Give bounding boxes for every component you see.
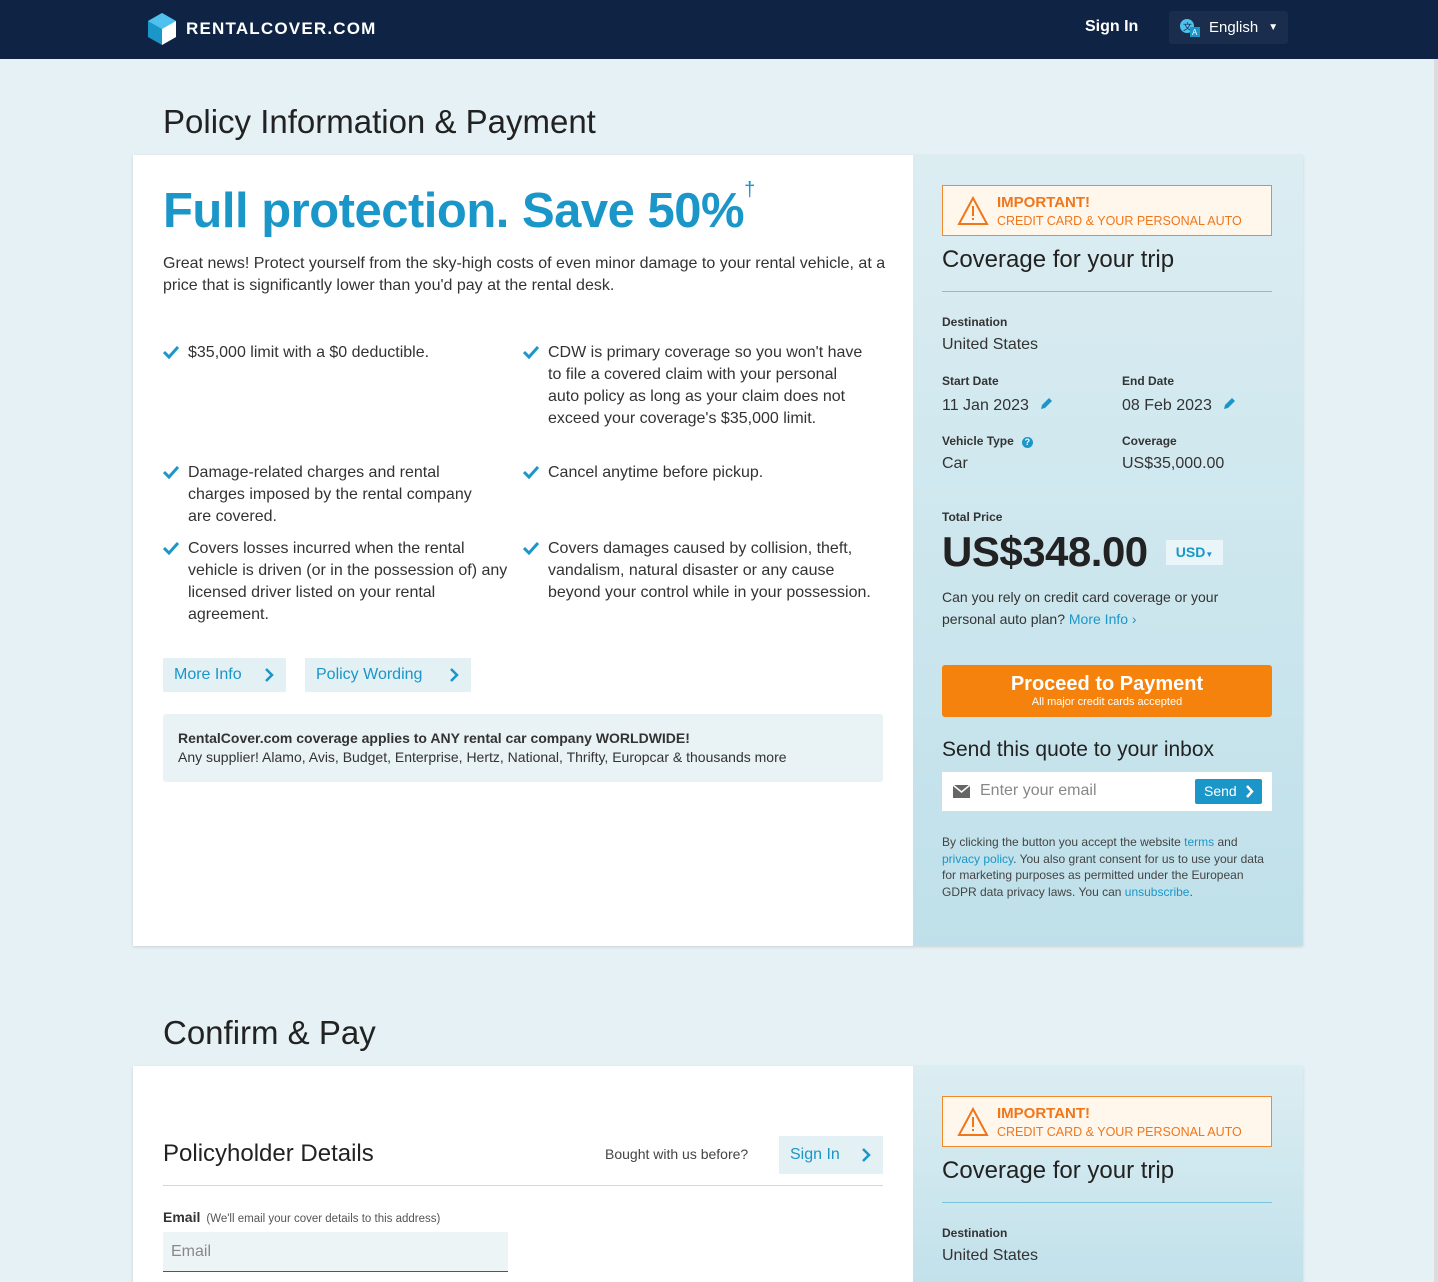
divider: [163, 1185, 883, 1186]
feature-item: Damage-related charges and rental charge…: [163, 462, 493, 528]
worldwide-coverage-box: RentalCover.com coverage applies to ANY …: [163, 714, 883, 782]
scrollbar[interactable]: [1434, 59, 1438, 1282]
language-selector[interactable]: 文 A English ▼: [1169, 11, 1288, 44]
coverage-value: US$35,000.00: [1122, 455, 1225, 472]
check-icon: [523, 465, 539, 479]
check-icon: [523, 541, 539, 555]
divider: [942, 291, 1272, 292]
worldwide-text: Any supplier! Alamo, Avis, Budget, Enter…: [178, 749, 787, 765]
feature-item: Covers damages caused by collision, thef…: [523, 538, 873, 604]
check-icon: [163, 541, 179, 555]
terms-link[interactable]: terms: [1184, 835, 1214, 849]
coverage-title: Coverage for your trip: [942, 246, 1175, 273]
rely-more-info-link[interactable]: More Info ›: [1069, 611, 1137, 627]
coverage-label: Coverage: [1122, 434, 1177, 448]
chevron-right-icon: [265, 668, 274, 682]
site-logo[interactable]: RENTALCOVER.COM: [148, 13, 377, 45]
check-icon: [163, 465, 179, 479]
policyholder-title: Policyholder Details: [163, 1140, 374, 1167]
language-label: English: [1209, 19, 1259, 36]
unsubscribe-link[interactable]: unsubscribe: [1125, 885, 1190, 899]
caret-down-icon: ▼: [1268, 22, 1279, 33]
divider: [942, 1202, 1272, 1203]
bought-before-text: Bought with us before?: [605, 1146, 749, 1162]
destination-value: United States: [942, 336, 1039, 353]
end-date-value[interactable]: 08 Feb 2023: [1122, 397, 1236, 415]
proceed-to-payment-button[interactable]: Proceed to Payment All major credit card…: [942, 665, 1272, 717]
start-date-value[interactable]: 11 Jan 2023: [942, 397, 1053, 415]
policy-section-title: Policy Information & Payment: [163, 103, 596, 140]
translate-icon: 文 A: [1180, 18, 1200, 37]
rely-text: Can you rely on credit card coverage or …: [942, 589, 1219, 627]
promo-intro: Great news! Protect yourself from the sk…: [163, 255, 886, 294]
vehicle-type-value: Car: [942, 455, 968, 472]
destination-value: United States: [942, 1247, 1039, 1264]
warning-icon: [957, 196, 989, 225]
quote-email-input[interactable]: [980, 778, 1180, 804]
caret-down-icon: ▼: [1205, 550, 1214, 559]
coverage-sidebar: IMPORTANT! CREDIT CARD & YOUR PERSONAL A…: [913, 155, 1303, 946]
start-date-label: Start Date: [942, 374, 999, 388]
privacy-policy-link[interactable]: privacy policy: [942, 852, 1013, 866]
promo-headline: Full protection. Save 50%†: [163, 178, 755, 238]
pencil-icon[interactable]: [1222, 397, 1236, 411]
svg-text:A: A: [1192, 28, 1198, 37]
destination-label: Destination: [942, 1226, 1008, 1240]
confirm-card: Policyholder Details Bought with us befo…: [133, 1066, 1303, 1282]
feature-item: Cancel anytime before pickup.: [523, 462, 868, 484]
end-date-label: End Date: [1122, 374, 1175, 388]
logo-text: RENTALCOVER.COM: [186, 19, 377, 38]
send-quote-button[interactable]: Send: [1195, 779, 1262, 804]
total-price-label: Total Price: [942, 510, 1003, 524]
header-sign-in-link[interactable]: Sign In: [1085, 18, 1138, 36]
check-icon: [163, 345, 179, 359]
confirm-sign-in-button[interactable]: Sign In: [779, 1136, 883, 1174]
feature-item: $35,000 limit with a $0 deductible.: [163, 342, 503, 364]
quote-email-form: Send: [942, 772, 1272, 811]
check-icon: [523, 345, 539, 359]
feature-item: CDW is primary coverage so you won't hav…: [523, 342, 868, 430]
coverage-title: Coverage for your trip: [942, 1157, 1175, 1184]
pencil-icon[interactable]: [1039, 397, 1053, 411]
total-price-value: US$348.00: [942, 528, 1148, 575]
top-navbar: RENTALCOVER.COM Sign In 文 A English ▼: [0, 0, 1438, 59]
email-field[interactable]: [163, 1232, 508, 1271]
legal-text: By clicking the button you accept the we…: [942, 835, 1264, 899]
confirm-section-title: Confirm & Pay: [163, 1014, 376, 1051]
worldwide-title: RentalCover.com coverage applies to ANY …: [178, 730, 690, 746]
email-field-wrapper: [163, 1232, 508, 1272]
help-icon[interactable]: ?: [1021, 437, 1033, 448]
policy-card: Full protection. Save 50%† Great news! P…: [133, 155, 1303, 946]
vehicle-type-label: Vehicle Type?: [942, 434, 1033, 448]
more-info-button[interactable]: More Info: [163, 658, 286, 692]
important-notice[interactable]: IMPORTANT! CREDIT CARD & YOUR PERSONAL A…: [942, 185, 1272, 236]
policy-wording-button[interactable]: Policy Wording: [305, 658, 471, 692]
chevron-right-icon: [862, 1148, 871, 1162]
email-hint: (We'll email your cover details to this …: [206, 1213, 441, 1225]
logo-mark-icon: [148, 13, 176, 45]
email-label: Email (We'll email your cover details to …: [163, 1209, 441, 1225]
chevron-right-icon: [1246, 785, 1254, 798]
warning-icon: [957, 1107, 989, 1136]
currency-selector[interactable]: USD▼: [1166, 540, 1223, 565]
chevron-right-icon: [450, 668, 459, 682]
coverage-sidebar: IMPORTANT! CREDIT CARD & YOUR PERSONAL A…: [913, 1066, 1303, 1282]
important-notice[interactable]: IMPORTANT! CREDIT CARD & YOUR PERSONAL A…: [942, 1096, 1272, 1147]
destination-label: Destination: [942, 315, 1008, 329]
send-quote-title: Send this quote to your inbox: [942, 738, 1215, 761]
feature-item: Covers losses incurred when the rental v…: [163, 538, 513, 626]
envelope-icon: [953, 785, 970, 798]
